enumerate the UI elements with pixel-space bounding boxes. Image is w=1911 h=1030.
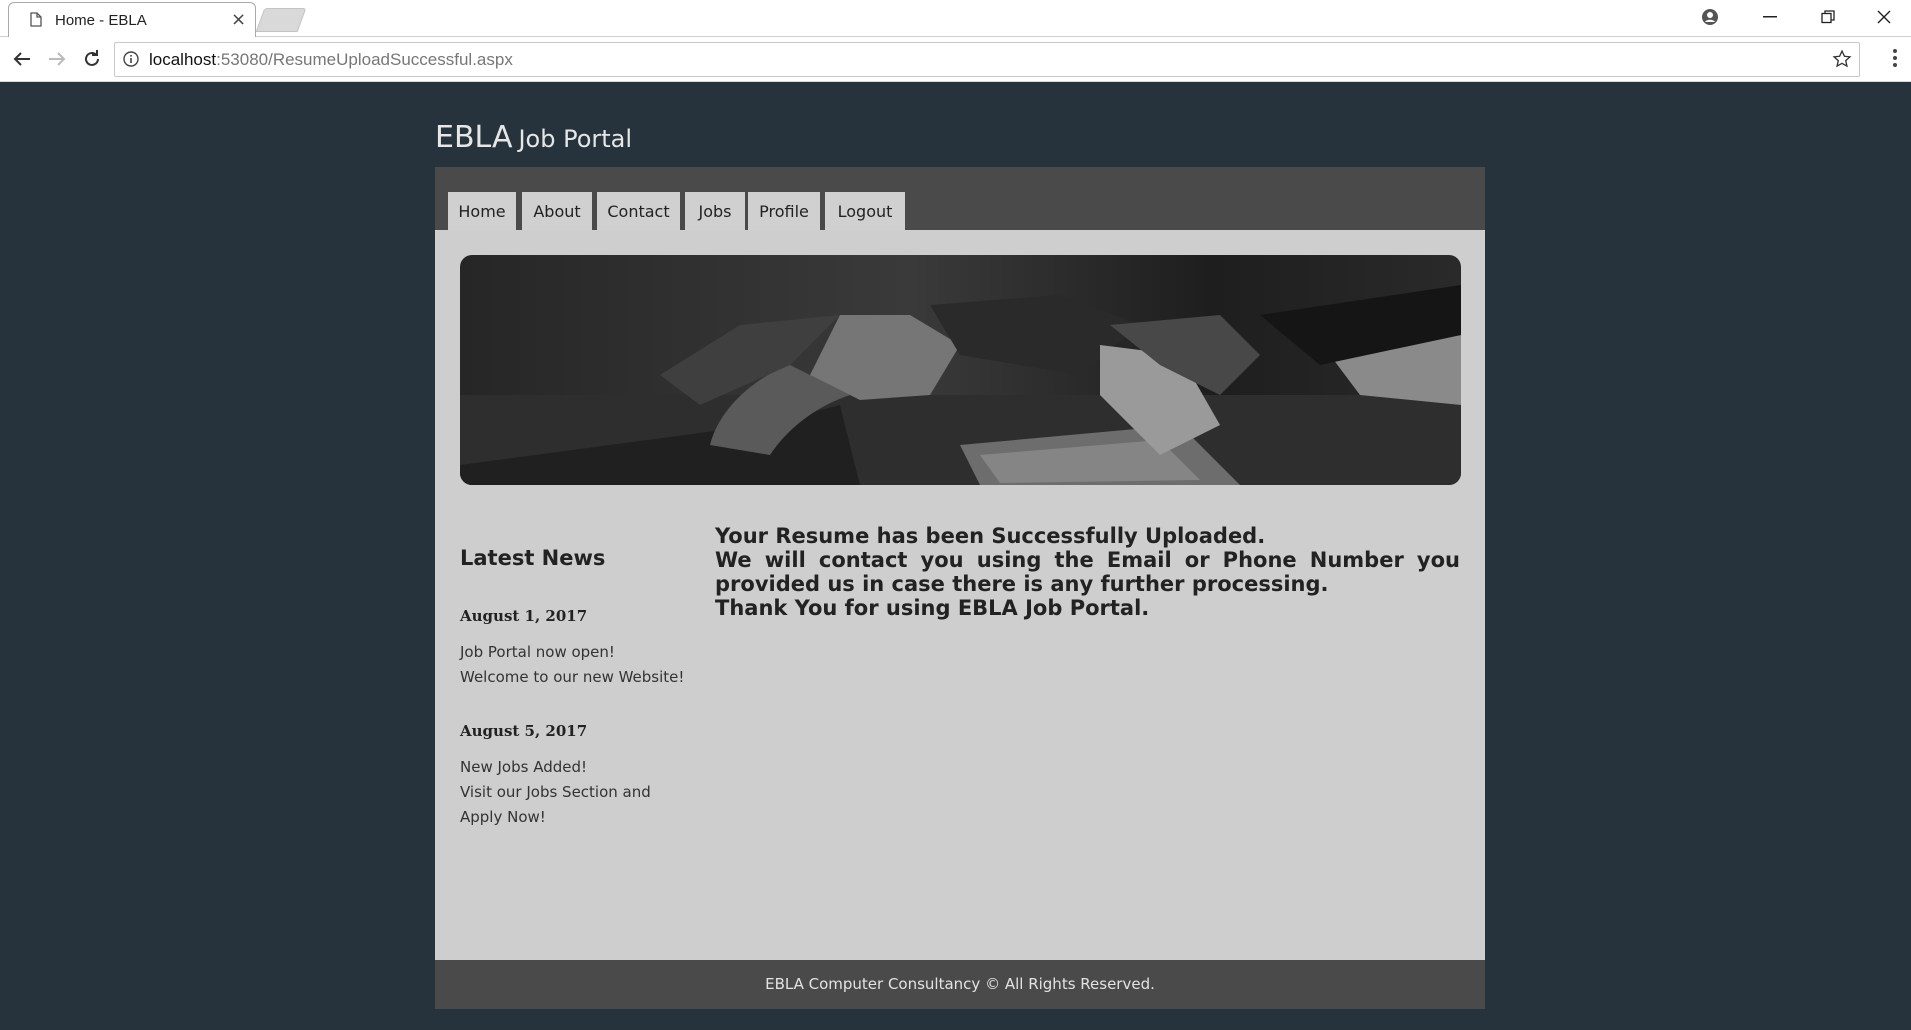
bookmark-star-icon[interactable] (1832, 49, 1852, 73)
message-line-2: We will contact you using the Email or P… (715, 548, 1460, 596)
tab-title: Home - EBLA (55, 12, 147, 29)
close-window-icon[interactable] (1856, 0, 1911, 34)
news-date: August 1, 2017 (460, 607, 588, 625)
nav-jobs[interactable]: Jobs (685, 192, 745, 230)
footer-text: EBLA Computer Consultancy © All Rights R… (765, 975, 1155, 993)
news-date: August 5, 2017 (460, 722, 588, 740)
browser-tab-strip: Home - EBLA × (0, 0, 1911, 37)
news-line: New Jobs Added! (460, 758, 587, 776)
forward-icon[interactable] (45, 47, 69, 71)
browser-menu-icon[interactable] (1892, 47, 1898, 73)
nav-logout[interactable]: Logout (825, 192, 905, 230)
news-line: Welcome to our new Website! (460, 668, 685, 686)
nav-profile[interactable]: Profile (748, 192, 820, 230)
nav-about[interactable]: About (522, 192, 592, 230)
site-brand: EBLA (435, 120, 513, 155)
reload-icon[interactable] (80, 47, 104, 71)
news-line: Visit our Jobs Section and (460, 783, 651, 801)
site-subtitle: Job Portal (518, 125, 633, 153)
upload-success-message: Your Resume has been Successfully Upload… (715, 524, 1460, 620)
url-path: :53080/ResumeUploadSuccessful.aspx (216, 50, 513, 69)
page-icon (30, 12, 42, 31)
restore-icon[interactable] (1800, 0, 1856, 34)
back-icon[interactable] (10, 47, 34, 71)
message-line-1: Your Resume has been Successfully Upload… (715, 524, 1266, 548)
url-text: localhost:53080/ResumeUploadSuccessful.a… (149, 50, 513, 70)
tab-close-icon[interactable]: × (231, 9, 246, 30)
news-text: Job Portal now open! Welcome to our new … (460, 640, 684, 690)
profile-icon[interactable] (1682, 0, 1738, 34)
new-tab-button[interactable] (255, 8, 307, 32)
news-line: Apply Now! (460, 808, 546, 826)
latest-news-heading: Latest News (460, 546, 606, 570)
minimize-icon[interactable] (1742, 0, 1798, 34)
browser-tab[interactable]: Home - EBLA × (8, 2, 256, 37)
footer: EBLA Computer Consultancy © All Rights R… (435, 960, 1485, 1009)
news-text: New Jobs Added! Visit our Jobs Section a… (460, 755, 651, 830)
url-input[interactable]: localhost:53080/ResumeUploadSuccessful.a… (114, 42, 1860, 77)
main-nav: Home About Contact Jobs Profile Logout (435, 167, 1485, 230)
content-area: Latest News August 1, 2017 Job Portal no… (435, 230, 1485, 960)
nav-contact[interactable]: Contact (597, 192, 680, 230)
site-header-title: EBLA Job Portal (435, 120, 632, 155)
page-container: Home About Contact Jobs Profile Logout L… (435, 167, 1485, 1009)
message-line-3: Thank You for using EBLA Job Portal. (715, 596, 1150, 620)
address-bar-row: localhost:53080/ResumeUploadSuccessful.a… (0, 37, 1911, 82)
nav-home[interactable]: Home (448, 192, 516, 230)
banner-handshake-image (460, 255, 1461, 485)
info-icon[interactable] (123, 51, 139, 71)
news-line: Job Portal now open! (460, 643, 615, 661)
url-host: localhost (149, 50, 217, 69)
